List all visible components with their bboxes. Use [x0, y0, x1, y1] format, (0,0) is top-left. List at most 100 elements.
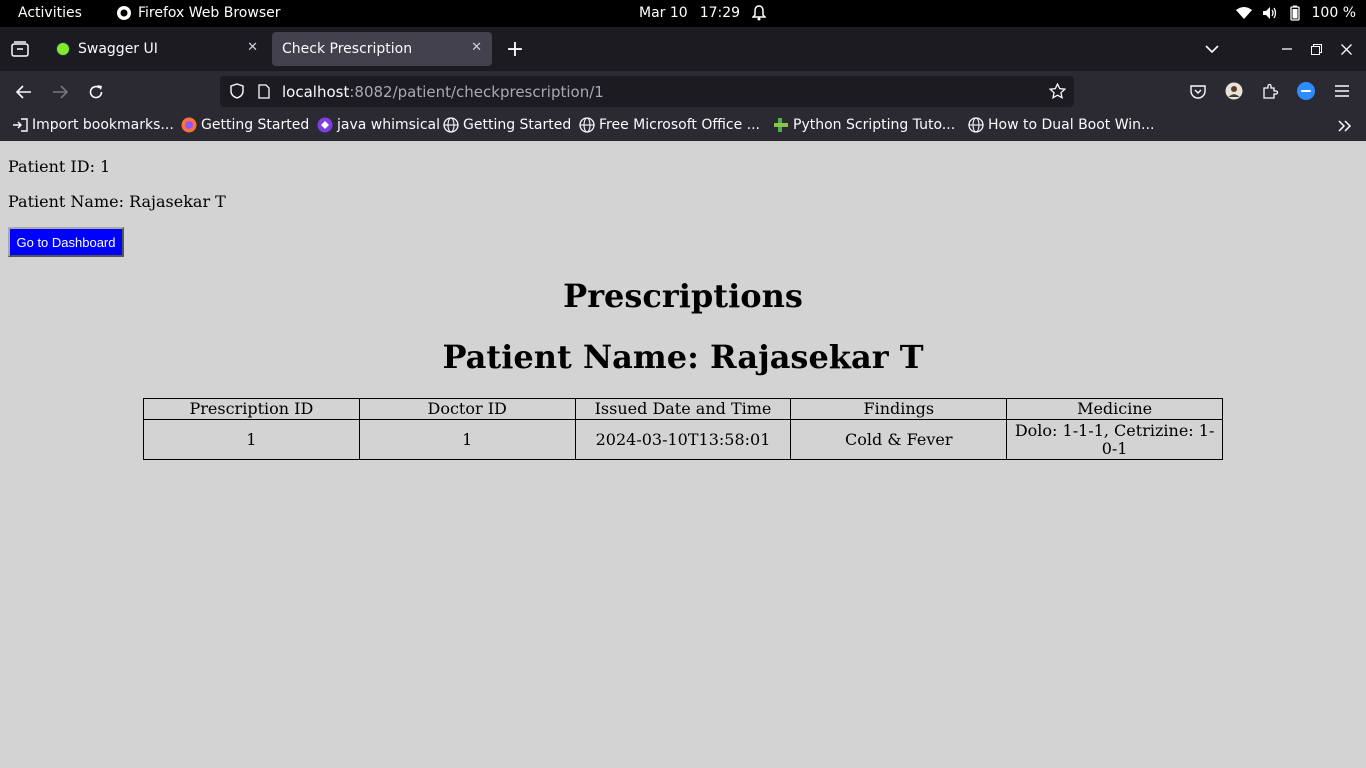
issued-date-cell: 2024-03-10T13:58:01	[574, 419, 792, 460]
back-button[interactable]	[13, 81, 35, 103]
minimize-icon	[1282, 48, 1292, 50]
column-header: Doctor ID	[358, 398, 576, 420]
table-header-row: Prescription ID Doctor ID Issued Date an…	[143, 398, 1223, 420]
time-label: 17:29	[699, 5, 741, 21]
tab-label: Swagger UI	[78, 41, 158, 57]
battery-label: 100 %	[1311, 5, 1356, 21]
python-icon	[774, 118, 788, 132]
hamburger-menu-icon	[1335, 85, 1349, 97]
system-top-bar: Activities Firefox Web Browser Mar 10 17…	[0, 0, 1366, 27]
notification-bell-icon	[752, 5, 767, 21]
firefox-icon	[117, 6, 131, 20]
zoom-icon	[1297, 82, 1315, 100]
close-tab-icon[interactable]: ✕	[247, 40, 258, 55]
restore-window-button[interactable]	[1307, 39, 1325, 59]
reload-button[interactable]	[85, 81, 107, 103]
pocket-button[interactable]	[1188, 81, 1208, 101]
close-window-button[interactable]	[1337, 39, 1355, 59]
go-to-dashboard-button[interactable]: Go to Dashboard	[8, 227, 124, 257]
bookmark-label: Getting Started	[201, 117, 310, 133]
app-menu[interactable]: Firefox Web Browser	[116, 5, 281, 21]
globe-icon	[579, 117, 595, 133]
close-tab-icon[interactable]: ✕	[471, 40, 482, 55]
bookmark-java-whimsical[interactable]: java whimsical	[317, 117, 440, 133]
firefox-icon	[181, 117, 197, 133]
tab-check-prescription[interactable]: Check Prescription ✕	[272, 32, 492, 66]
battery-icon	[1289, 5, 1300, 21]
prescriptions-heading: Prescriptions	[563, 277, 803, 315]
tab-swagger-ui[interactable]: Swagger UI ✕	[46, 32, 268, 66]
address-bar[interactable]: localhost:8082/patient/checkprescription…	[220, 76, 1074, 107]
column-header: Medicine	[1006, 398, 1223, 420]
prescription-id-cell: 1	[143, 419, 360, 460]
tab-bar: Swagger UI ✕ Check Prescription ✕ +	[0, 27, 1366, 71]
bookmark-dual-boot[interactable]: How to Dual Boot Win...	[968, 117, 1154, 133]
column-header: Prescription ID	[143, 398, 360, 420]
bookmark-label: java whimsical	[337, 117, 440, 133]
bookmark-getting-started-2[interactable]: Getting Started	[443, 117, 571, 133]
zoom-extension-button[interactable]	[1296, 81, 1316, 101]
medicine-cell: Dolo: 1-1-1, Cetrizine: 1-0-1	[1006, 419, 1223, 460]
table-row: 1 1 2024-03-10T13:58:01 Cold & Fever Dol…	[143, 419, 1223, 460]
import-icon	[13, 118, 28, 132]
system-tray[interactable]: 100 %	[1235, 5, 1356, 21]
extensions-button[interactable]	[1260, 81, 1280, 101]
pocket-icon	[1190, 84, 1206, 99]
bookmark-label: Getting Started	[463, 117, 572, 133]
minimize-window-button[interactable]	[1278, 39, 1296, 59]
bookmark-free-microsoft-office[interactable]: Free Microsoft Office ...	[579, 117, 760, 133]
tab-overview-button[interactable]	[10, 39, 30, 59]
navigation-toolbar: localhost:8082/patient/checkprescription…	[0, 71, 1366, 111]
bookmark-label: Import bookmarks...	[32, 117, 174, 133]
more-bookmarks-button[interactable]	[1336, 117, 1354, 135]
column-header: Issued Date and Time	[574, 398, 792, 420]
bookmark-label: Python Scripting Tuto...	[793, 117, 956, 133]
column-header: Findings	[790, 398, 1008, 420]
bookmark-python-scripting[interactable]: Python Scripting Tuto...	[773, 117, 955, 133]
reload-icon	[89, 85, 103, 99]
chevron-double-right-icon	[1338, 120, 1352, 132]
restore-icon	[1310, 43, 1322, 55]
arrow-left-icon	[16, 85, 31, 99]
app-menu-button[interactable]	[1332, 81, 1352, 101]
page-info-icon[interactable]	[256, 82, 272, 100]
bookmark-getting-started[interactable]: Getting Started	[181, 117, 309, 133]
bookmark-label: Free Microsoft Office ...	[599, 117, 760, 133]
star-icon	[1048, 83, 1066, 99]
findings-cell: Cold & Fever	[790, 419, 1008, 460]
url-path: :8082/patient/checkprescription/1	[349, 83, 604, 101]
puzzle-icon	[1263, 83, 1278, 99]
avatar	[1225, 82, 1243, 100]
date-label: Mar 10	[639, 5, 688, 21]
tab-label: Check Prescription	[282, 41, 413, 57]
url-host: localhost	[282, 83, 350, 101]
globe-icon	[443, 117, 459, 133]
account-button[interactable]	[1224, 81, 1244, 101]
patient-id-text: Patient ID: 1	[8, 157, 111, 176]
activities-button[interactable]: Activities	[18, 5, 82, 21]
tab-overview-icon	[11, 41, 29, 57]
bookmark-star-button[interactable]	[1048, 82, 1066, 100]
page-icon	[258, 83, 270, 99]
shield-icon	[230, 83, 244, 99]
close-icon	[1340, 43, 1352, 55]
page-content: Patient ID: 1 Patient Name: Rajasekar T …	[0, 141, 1366, 768]
list-all-tabs-button[interactable]	[1202, 39, 1222, 59]
app-name: Firefox Web Browser	[138, 5, 281, 21]
url-text[interactable]: localhost:8082/patient/checkprescription…	[282, 83, 604, 101]
new-tab-icon[interactable]: +	[504, 37, 526, 62]
clock[interactable]: Mar 10 17:29	[639, 5, 767, 21]
forward-button[interactable]	[49, 81, 71, 103]
wifi-icon	[1235, 7, 1252, 19]
patient-name-heading: Patient Name: Rajasekar T	[442, 338, 924, 376]
prescriptions-table: Prescription ID Doctor ID Issued Date an…	[143, 398, 1223, 460]
chevron-down-icon	[1205, 45, 1219, 53]
globe-icon	[968, 117, 984, 133]
bookmark-import[interactable]: Import bookmarks...	[12, 117, 174, 133]
arrow-right-icon	[53, 85, 68, 99]
doctor-id-cell: 1	[358, 419, 576, 460]
bookmarks-toolbar: Import bookmarks... Getting Started java…	[0, 111, 1366, 141]
whimsical-icon	[317, 117, 333, 133]
volume-icon	[1262, 7, 1276, 19]
tracking-protection-icon[interactable]	[228, 82, 246, 100]
